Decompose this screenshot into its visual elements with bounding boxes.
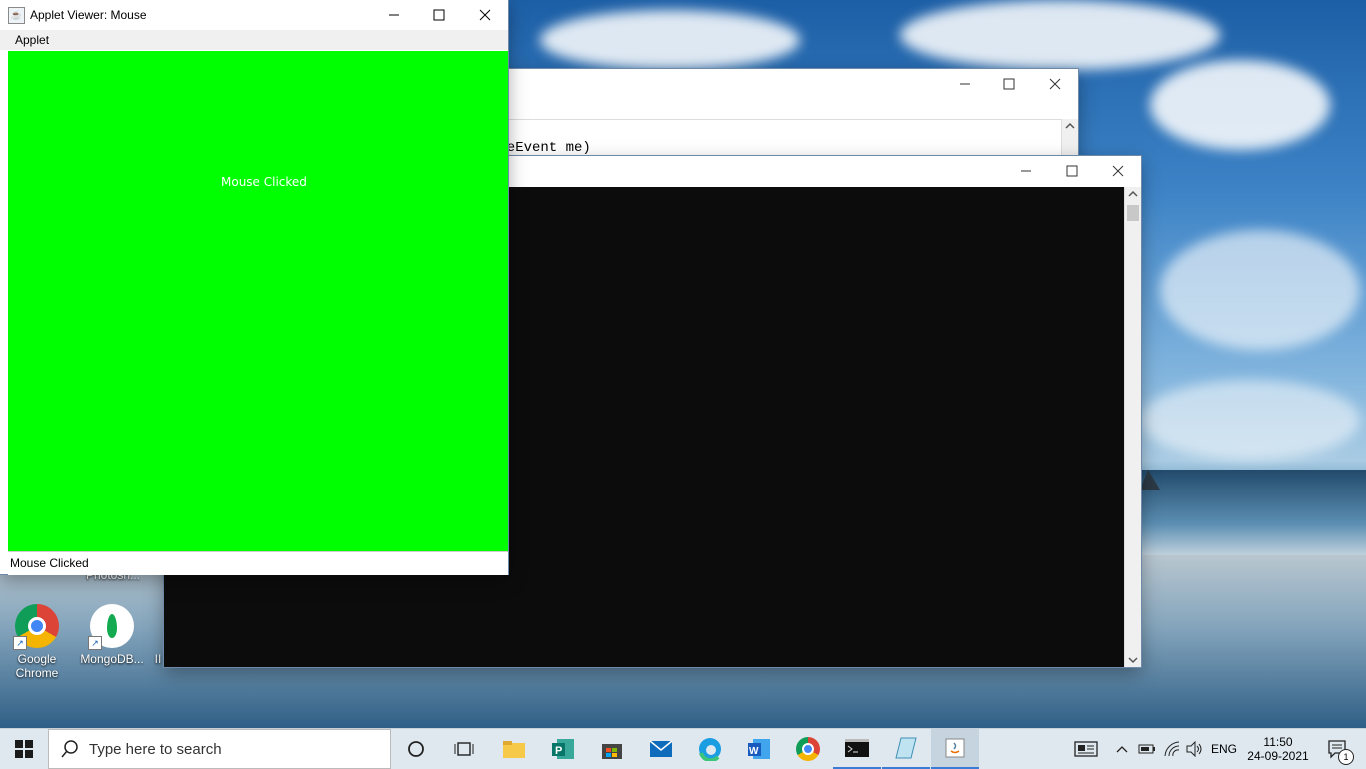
cortana-button[interactable]: [393, 729, 439, 769]
applet-viewer-window[interactable]: ☕ Applet Viewer: Mouse Applet Mouse Clic…: [0, 0, 508, 575]
minimize-button[interactable]: [371, 0, 417, 30]
java-icon: [945, 738, 965, 758]
network-button[interactable]: [1160, 729, 1184, 769]
scroll-thumb[interactable]: [1127, 205, 1139, 221]
menu-applet[interactable]: Applet: [15, 33, 49, 47]
taskbar-app-file-explorer[interactable]: [490, 729, 538, 769]
close-icon: [1049, 78, 1061, 90]
taskbar-app-notepad[interactable]: [882, 729, 930, 769]
desktop-icon-chrome[interactable]: ↗ Google Chrome: [2, 604, 72, 680]
canvas-message: Mouse Clicked: [221, 175, 307, 189]
editor-window[interactable]: useEvent me): [470, 69, 1078, 169]
status-bar: Mouse Clicked: [8, 551, 508, 575]
cloud: [540, 10, 800, 70]
clock-date: 24-09-2021: [1247, 749, 1309, 763]
taskbar-app-publisher[interactable]: P: [539, 729, 587, 769]
taskbar-app-edge[interactable]: [686, 729, 734, 769]
mail-icon: [649, 740, 673, 757]
store-icon: [602, 744, 622, 759]
clock-time: 11:50: [1263, 735, 1293, 749]
volume-button[interactable]: [1184, 729, 1206, 769]
desktop-icon-label: MongoDB...: [80, 652, 144, 666]
applet-canvas[interactable]: Mouse Clicked: [8, 51, 508, 551]
desktop-icon-label: Google Chrome: [15, 652, 59, 680]
search-icon: [61, 740, 78, 758]
minimize-icon: [389, 14, 399, 16]
scroll-up-icon: [1128, 190, 1138, 197]
console-scrollbar[interactable]: [1124, 187, 1141, 667]
taskbar-app-java[interactable]: [931, 729, 979, 769]
minimize-button[interactable]: [1003, 156, 1049, 186]
minimize-icon: [960, 83, 970, 85]
file-explorer-icon: [503, 741, 525, 758]
search-placeholder: Type here to search: [89, 741, 222, 758]
chevron-up-icon: [1116, 746, 1128, 753]
shortcut-arrow-icon: ↗: [88, 636, 102, 650]
speaker-icon: [1186, 741, 1202, 757]
show-hidden-icons-button[interactable]: [1112, 729, 1132, 769]
taskbar-app-cmd[interactable]: [833, 729, 881, 769]
notepad-icon: [895, 737, 917, 759]
taskbar-app-chrome[interactable]: [784, 729, 832, 769]
java-icon: ☕: [8, 7, 25, 24]
taskbar-app-store[interactable]: [588, 729, 636, 769]
svg-text:W: W: [749, 746, 759, 757]
task-view-icon: [454, 742, 474, 756]
applet-titlebar[interactable]: ☕ Applet Viewer: Mouse: [0, 0, 508, 30]
shortcut-arrow-icon: ↗: [13, 636, 27, 650]
desktop-icon-mongodb[interactable]: ↗ MongoDB...: [77, 604, 147, 666]
close-button[interactable]: [462, 0, 508, 30]
wifi-icon: [1164, 741, 1180, 757]
maximize-icon: [1066, 165, 1078, 177]
taskbar: Type here to search P W ENG 11:50 24-09-…: [0, 728, 1366, 769]
notification-badge: 1: [1338, 749, 1354, 765]
battery-icon: [1138, 744, 1155, 754]
cmd-icon: [845, 739, 869, 757]
maximize-button[interactable]: [416, 0, 462, 30]
language-indicator[interactable]: ENG: [1208, 729, 1240, 769]
chrome-icon: ↗: [13, 604, 59, 650]
cloud: [1160, 230, 1360, 350]
task-view-button[interactable]: [441, 729, 487, 769]
battery-button[interactable]: [1136, 729, 1158, 769]
minimize-icon: [1021, 170, 1031, 172]
svg-text:P: P: [555, 745, 562, 757]
window-title: Applet Viewer: Mouse: [30, 8, 147, 22]
scroll-down-icon: [1128, 657, 1138, 664]
mongodb-icon: ↗: [88, 604, 134, 650]
close-icon: [1112, 165, 1124, 177]
word-icon: W: [748, 739, 770, 759]
clock[interactable]: 11:50 24-09-2021: [1244, 729, 1312, 769]
taskbar-search-box[interactable]: Type here to search: [48, 729, 391, 769]
start-button[interactable]: [0, 729, 48, 769]
editor-titlebar[interactable]: [470, 69, 1078, 119]
cloud: [1140, 380, 1360, 460]
scroll-up-icon: [1065, 122, 1075, 129]
status-text: Mouse Clicked: [10, 556, 89, 570]
action-center-button[interactable]: 1: [1318, 729, 1358, 769]
news-button[interactable]: [1068, 729, 1104, 769]
minimize-button[interactable]: [942, 69, 988, 99]
cortana-icon: [408, 741, 424, 757]
sea: [1140, 470, 1366, 560]
chrome-icon: [796, 737, 820, 761]
maximize-button[interactable]: [986, 69, 1032, 99]
windows-icon: [15, 740, 33, 758]
close-icon: [479, 9, 491, 21]
edge-icon: [699, 738, 721, 761]
close-button[interactable]: [1095, 156, 1141, 186]
maximize-button[interactable]: [1049, 156, 1095, 186]
menu-bar: Applet: [0, 30, 508, 50]
publisher-icon: P: [552, 739, 574, 759]
cloud: [1150, 60, 1330, 150]
taskbar-app-word[interactable]: W: [735, 729, 783, 769]
taskbar-app-mail[interactable]: [637, 729, 685, 769]
close-button[interactable]: [1032, 69, 1078, 99]
news-icon: [1074, 741, 1098, 757]
cloud: [900, 0, 1220, 70]
maximize-icon: [433, 9, 445, 21]
maximize-icon: [1003, 78, 1015, 90]
